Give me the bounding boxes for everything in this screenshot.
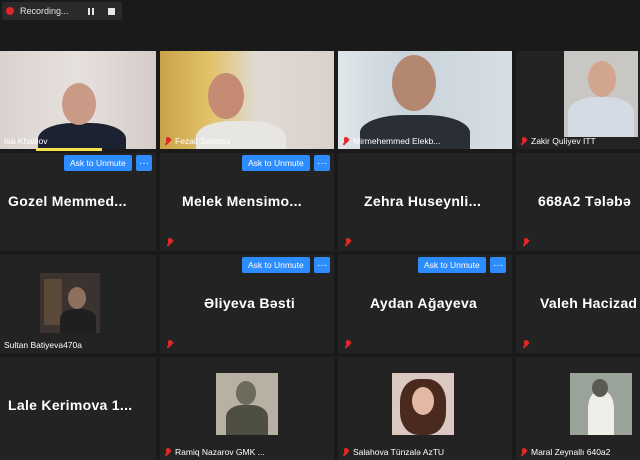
ask-to-unmute-button[interactable]: Ask to Unmute — [418, 257, 486, 273]
muted-mic-icon — [166, 238, 174, 247]
participant-name: Gozel Memmed... — [8, 193, 127, 209]
participant-name: Salahova Tünzalə AzTU — [353, 447, 445, 457]
participant-video — [40, 273, 100, 333]
muted-mic-icon — [522, 238, 530, 247]
ask-to-unmute-button[interactable]: Ask to Unmute — [242, 155, 310, 171]
participant-tile-sultan[interactable]: Sultan Batiyeva470a — [0, 255, 156, 353]
ask-to-unmute-button[interactable]: Ask to Unmute — [64, 155, 132, 171]
recording-indicator: Recording... — [2, 2, 122, 20]
participant-tile-mirmehemmed[interactable]: Mirmehemmed Elekb... — [338, 51, 512, 149]
muted-mic-icon — [344, 238, 352, 247]
more-options-button[interactable]: ··· — [136, 155, 152, 171]
muted-mic-icon — [522, 340, 530, 349]
participant-name: Əliyeva Bəsti — [204, 295, 296, 311]
pause-recording-button[interactable] — [82, 3, 100, 19]
ask-to-unmute-button[interactable]: Ask to Unmute — [242, 257, 310, 273]
participant-video — [216, 373, 278, 435]
participant-tile-melek[interactable]: Ask to Unmute ··· Melek Mensimo... — [160, 153, 334, 251]
participant-tile-isa-khalilov[interactable]: Isa Khalilov — [0, 51, 156, 149]
participant-tile-aydan[interactable]: Ask to Unmute ··· Aydan Ağayeva — [338, 255, 512, 353]
participant-tile-gozel[interactable]: Ask to Unmute Gozel Memmed... — [0, 153, 156, 251]
recording-dot-icon — [6, 7, 14, 15]
more-options-button[interactable]: ··· — [314, 155, 330, 171]
muted-mic-icon — [520, 447, 528, 457]
participant-name: Zakir Quliyev ITT — [531, 136, 596, 146]
participant-name: Isa Khalilov — [4, 136, 48, 146]
participant-tile-fezail-sadiqov[interactable]: Fezail Sadiqov — [160, 51, 334, 149]
participant-tile-salahova[interactable]: Salahova Tünzalə AzTU — [338, 357, 512, 460]
participant-tile-zakir-quliyev[interactable]: Zakir Quliyev ITT — [516, 51, 640, 149]
muted-mic-icon — [164, 447, 172, 457]
participant-tile-zehra[interactable]: Zehra Huseynli... — [338, 153, 512, 251]
muted-mic-icon — [520, 136, 528, 146]
participant-name: Maral Zeynallı 640a2 — [531, 447, 611, 457]
participant-name: Lale Kerimova 1... — [8, 397, 133, 413]
muted-mic-icon — [344, 340, 352, 349]
top-toolbar: Recording... — [0, 0, 640, 30]
more-options-button[interactable]: ··· — [314, 257, 330, 273]
participant-tile-valeh[interactable]: Valeh Hacizad — [516, 255, 640, 353]
participant-name: Zehra Huseynli... — [364, 193, 482, 209]
participant-video — [392, 373, 454, 435]
active-speaker-indicator — [36, 148, 102, 151]
participant-name: 668A2 Tələbə — [538, 193, 632, 209]
muted-mic-icon — [342, 136, 350, 146]
muted-mic-icon — [342, 447, 350, 457]
stop-icon — [107, 7, 115, 15]
participant-name: Valeh Hacizad — [540, 295, 638, 311]
participant-video — [564, 51, 638, 137]
recording-label: Recording... — [20, 6, 69, 16]
participant-tile-668a2[interactable]: 668A2 Tələbə — [516, 153, 640, 251]
participant-name: Melek Mensimo... — [182, 193, 302, 209]
participant-name: Fezail Sadiqov — [175, 136, 231, 146]
participant-name: Aydan Ağayeva — [370, 295, 478, 311]
more-options-button[interactable]: ··· — [490, 257, 506, 273]
participant-tile-ramiq[interactable]: Ramiq Nazarov GMK ... — [160, 357, 334, 460]
participant-tile-maral[interactable]: Maral Zeynallı 640a2 — [516, 357, 640, 460]
stop-recording-button[interactable] — [102, 3, 120, 19]
participant-tile-aliyeva[interactable]: Ask to Unmute ··· Əliyeva Bəsti — [160, 255, 334, 353]
participant-name: Sultan Batiyeva470a — [4, 340, 82, 350]
muted-mic-icon — [166, 340, 174, 349]
muted-mic-icon — [164, 136, 172, 146]
participant-tile-lale[interactable]: Lale Kerimova 1... — [0, 357, 156, 460]
participant-name: Mirmehemmed Elekb... — [353, 136, 441, 146]
participant-video — [570, 373, 632, 435]
participant-name: Ramiq Nazarov GMK ... — [175, 447, 265, 457]
pause-icon — [88, 7, 94, 15]
